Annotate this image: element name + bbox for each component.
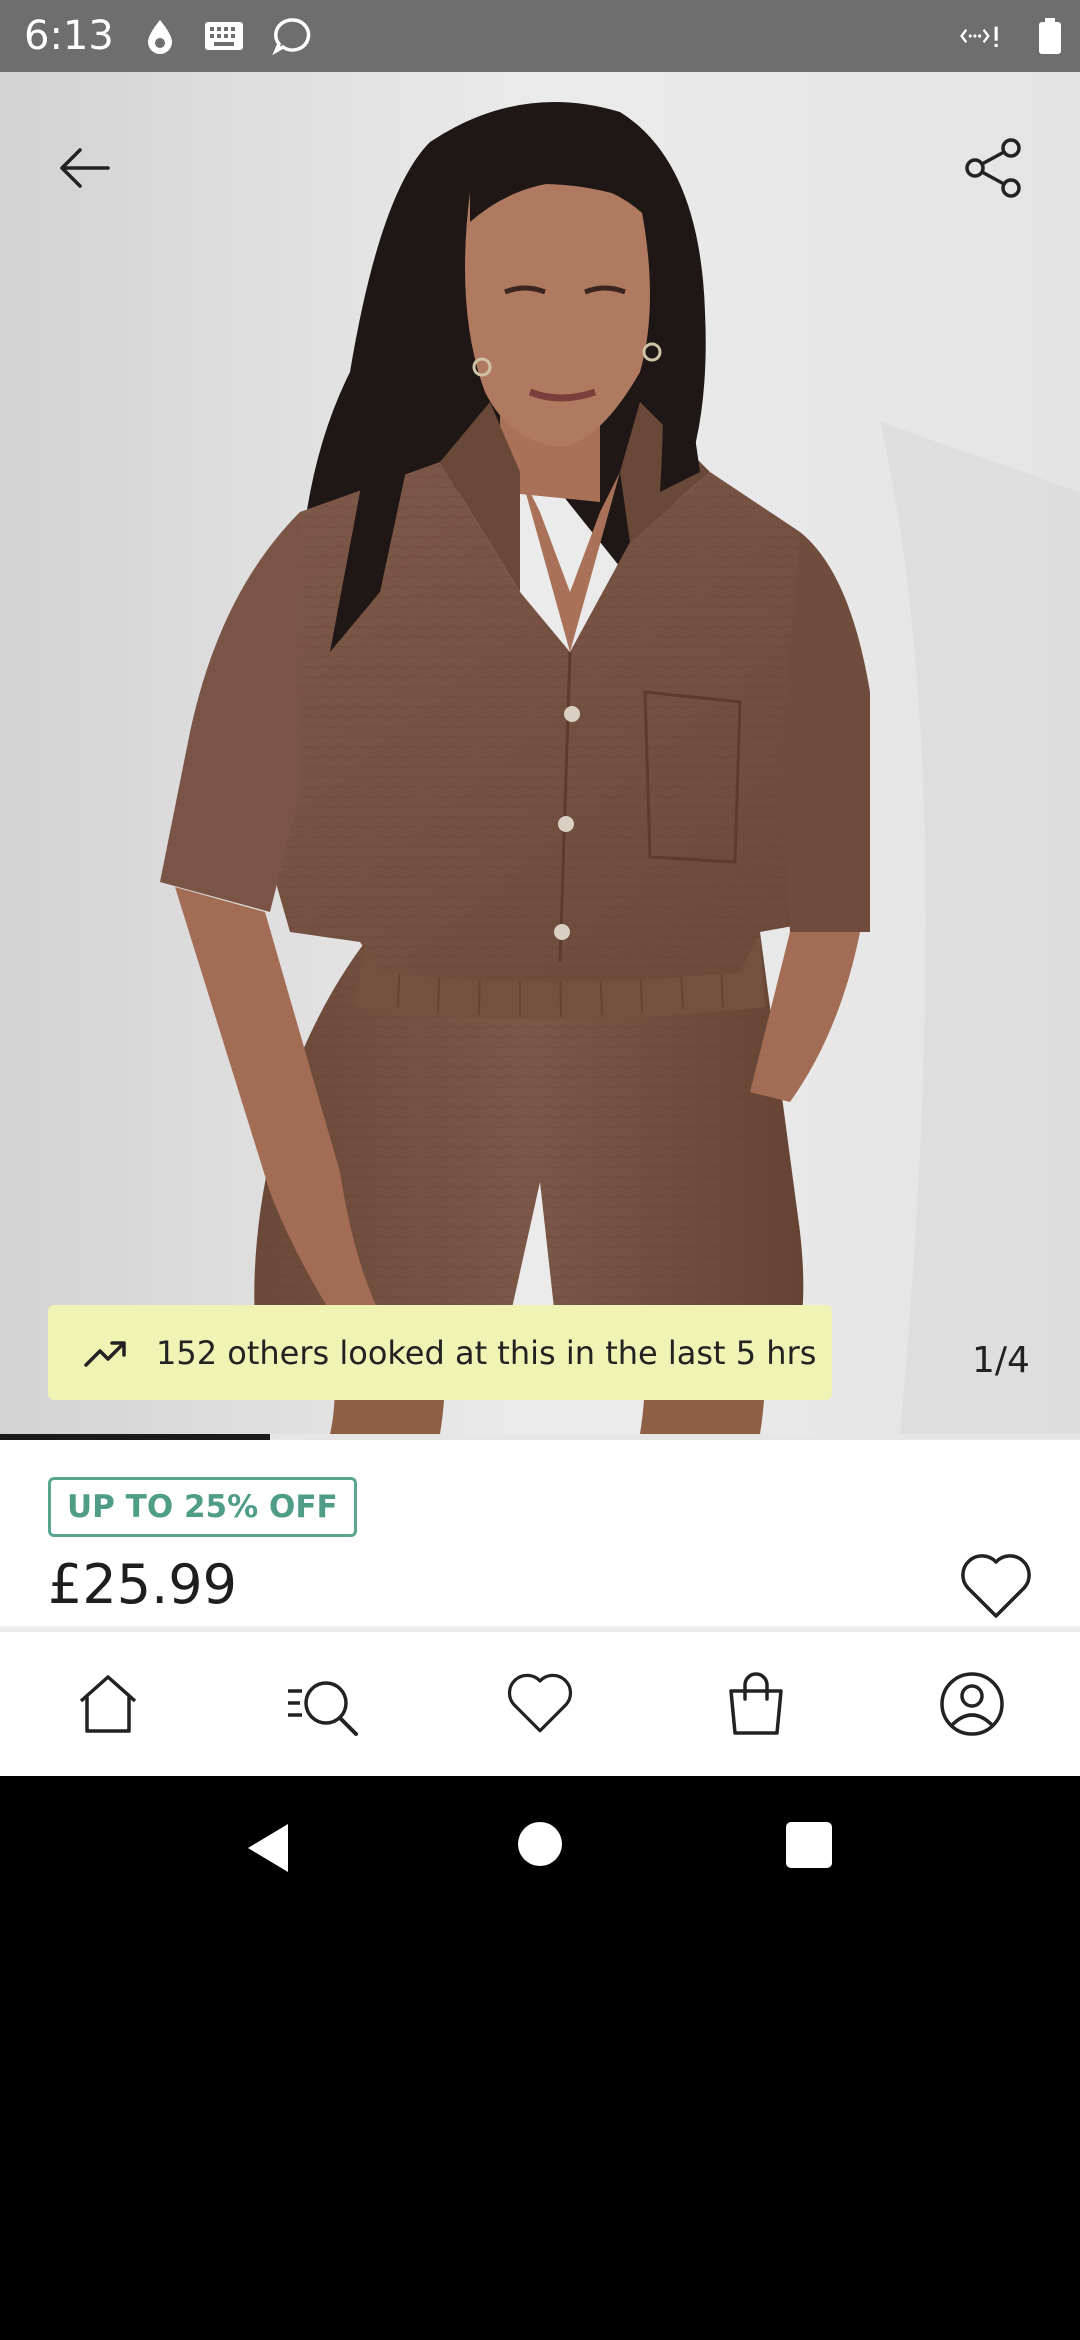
system-back-button[interactable] — [244, 1822, 290, 1874]
nav-home[interactable] — [60, 1656, 156, 1752]
product-photo — [0, 72, 1080, 1434]
status-bar: 6:13 — [0, 0, 1080, 72]
views-banner-text: 152 others looked at this in the last 5 … — [156, 1333, 817, 1372]
status-time: 6:13 — [24, 13, 114, 59]
nav-account[interactable] — [924, 1656, 1020, 1752]
product-price: £25.99 — [48, 1553, 237, 1616]
share-button[interactable] — [946, 120, 1042, 216]
account-icon — [940, 1672, 1004, 1736]
trending-up-icon — [84, 1340, 126, 1367]
system-recents-button[interactable] — [786, 1822, 832, 1868]
bag-icon — [729, 1672, 783, 1735]
views-banner: 152 others looked at this in the last 5 … — [48, 1305, 832, 1400]
keyboard-icon — [205, 22, 243, 50]
bottom-navigation — [0, 1632, 1080, 1776]
water-drop-icon — [148, 20, 172, 54]
wishlist-heart-icon — [507, 1673, 573, 1733]
home-icon — [79, 1675, 137, 1733]
chat-bubble-icon — [272, 18, 311, 56]
nav-search[interactable] — [276, 1656, 372, 1752]
battery-icon — [1039, 18, 1061, 54]
data-saver-icon — [960, 26, 998, 47]
system-home-button[interactable] — [518, 1822, 562, 1866]
back-button[interactable] — [36, 120, 132, 216]
heart-icon[interactable] — [958, 1552, 1034, 1622]
system-navigation — [0, 1776, 1080, 1920]
nav-wishlist[interactable] — [492, 1656, 588, 1752]
share-icon — [965, 138, 1021, 198]
product-info: UP TO 25% OFF £25.99 — [0, 1440, 1080, 1632]
product-image-carousel[interactable]: 152 others looked at this in the last 5 … — [0, 72, 1080, 1434]
image-counter: 1/4 — [972, 1340, 1030, 1381]
search-icon — [288, 1681, 358, 1736]
nav-bag[interactable] — [708, 1656, 804, 1752]
promo-badge: UP TO 25% OFF — [48, 1477, 357, 1537]
arrow-left-icon — [60, 148, 110, 188]
